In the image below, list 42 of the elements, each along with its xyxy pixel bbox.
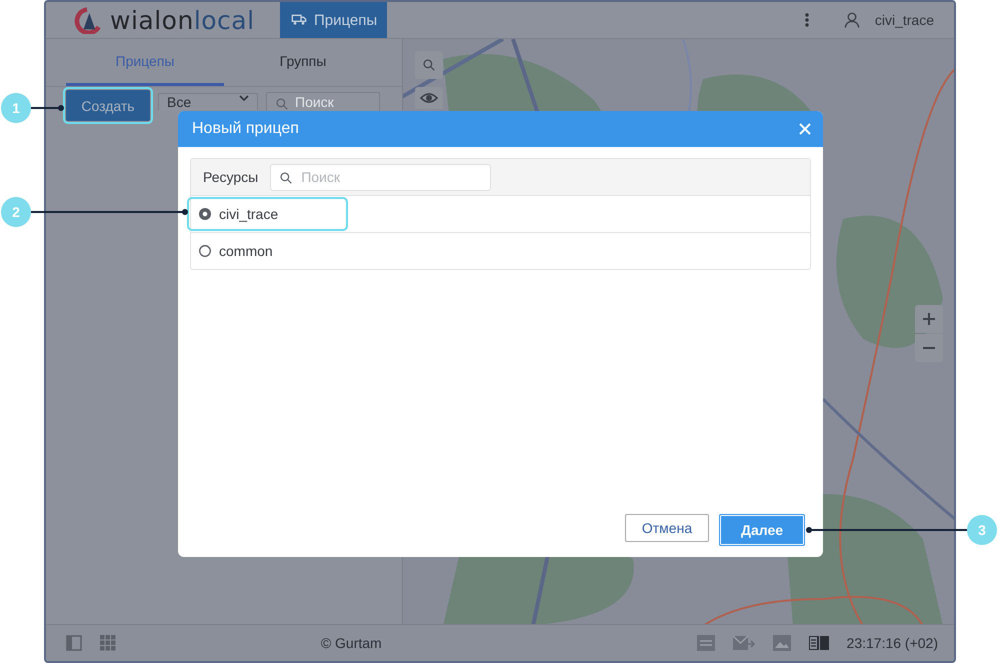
search-field[interactable]: Поиск [266, 92, 380, 111]
next-button[interactable]: Далее [719, 514, 805, 546]
callout-badge: 3 [967, 515, 997, 545]
callout-badge: 1 [1, 93, 31, 123]
module-tab[interactable]: Прицепы [280, 2, 388, 38]
cancel-button[interactable]: Отмена [625, 514, 709, 542]
chevron-icon [239, 95, 249, 101]
radio-button[interactable] [199, 245, 211, 257]
map-search-button[interactable] [415, 51, 443, 79]
leader-line [31, 105, 64, 111]
search-icon [279, 170, 294, 184]
close-button[interactable] [799, 123, 811, 135]
panel-layout-icon [66, 635, 82, 651]
search-icon [275, 97, 289, 111]
dialog-title: Новый прицеп [192, 120, 299, 138]
copyright-text: © Gurtam [320, 635, 383, 651]
logo-wordmark: wialonlocal [110, 6, 255, 34]
zoom-out-button[interactable] [915, 334, 943, 362]
resource-option[interactable]: common [189, 236, 341, 266]
radio-button[interactable] [199, 208, 211, 220]
plus-icon [923, 313, 935, 325]
filter-dropdown[interactable]: Все [158, 93, 258, 110]
visibility-button[interactable] [415, 87, 443, 109]
image-icon [772, 635, 791, 651]
clock-text: 23:17:16 (+02) [846, 635, 938, 651]
create-button[interactable]: Создать [66, 90, 150, 121]
split-view-icon [808, 636, 829, 650]
mail-arrow-icon [732, 636, 755, 650]
search-icon [422, 58, 436, 72]
column-label: Ресурсы [203, 169, 258, 185]
eye-icon [420, 92, 438, 104]
close-icon [799, 123, 811, 135]
more-icon [804, 12, 809, 28]
user-name[interactable]: civi_trace [874, 12, 934, 28]
panel-tab[interactable]: Группы [224, 39, 382, 86]
user-icon [842, 10, 861, 30]
grid-icon [100, 635, 116, 651]
notification-icon [696, 635, 715, 651]
callout-badge: 2 [1, 197, 31, 227]
minus-icon [923, 347, 935, 349]
resource-option[interactable]: civi_trace [189, 199, 346, 229]
zoom-in-button[interactable] [915, 305, 943, 333]
